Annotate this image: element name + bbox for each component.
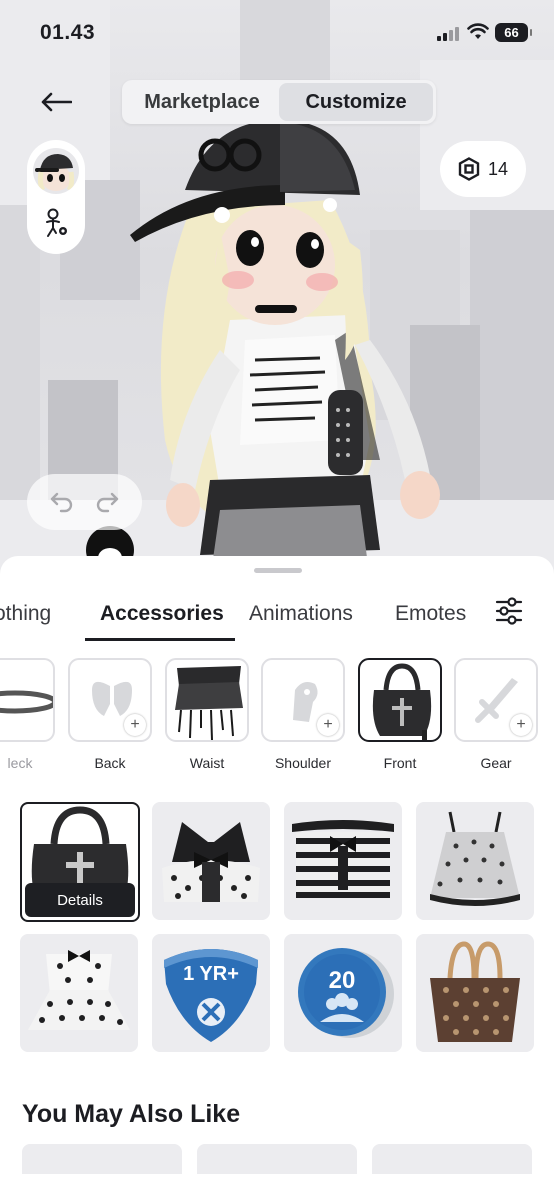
item-tile-white-polka-top[interactable] xyxy=(20,934,138,1052)
details-button[interactable]: Details xyxy=(25,883,135,917)
white-polka-top-thumbnail xyxy=(28,950,130,1030)
item-tile-striped-top[interactable] xyxy=(284,802,402,920)
robux-icon xyxy=(458,157,480,181)
item-tile-polka-bow-top[interactable] xyxy=(152,802,270,920)
subcat-neck-label: leck xyxy=(7,755,33,771)
friends-coin-thumbnail: 20 xyxy=(298,948,394,1038)
tab-animations[interactable]: Animations xyxy=(249,602,353,626)
scene-block xyxy=(0,205,40,505)
avatar-headshot[interactable] xyxy=(33,148,79,194)
necklace-icon xyxy=(0,690,53,714)
active-tab-indicator xyxy=(85,638,235,641)
recommendation-card[interactable] xyxy=(197,1144,357,1174)
avatar-headshot-image xyxy=(35,154,75,192)
striped-top-thumbnail xyxy=(292,820,394,898)
avatar-tools-pill xyxy=(27,140,85,254)
subcat-front[interactable]: Front xyxy=(357,658,443,771)
subcat-gear[interactable]: + Gear xyxy=(453,658,539,771)
one-year-badge-thumbnail: 1 YR+ xyxy=(164,949,258,1042)
recommendation-row xyxy=(22,1144,554,1174)
badge-text: 1 YR+ xyxy=(183,963,239,985)
recommendation-card[interactable] xyxy=(22,1144,182,1174)
subcat-front-thumb xyxy=(358,658,442,742)
robux-amount: 14 xyxy=(487,158,509,179)
status-bar: 01.43 66 xyxy=(0,0,554,66)
monogram-tote-thumbnail xyxy=(430,941,520,1042)
back-button[interactable] xyxy=(36,84,76,120)
back-arrow-icon xyxy=(41,92,72,112)
item-tile-1yr-badge[interactable]: 1 YR+ xyxy=(152,934,270,1052)
undo-icon[interactable] xyxy=(49,491,75,513)
tab-customize[interactable]: Customize xyxy=(279,83,433,121)
add-icon: + xyxy=(510,714,532,736)
subcat-gear-label: Gear xyxy=(480,755,512,771)
coin-text: 20 xyxy=(329,967,356,994)
avatar-settings-button[interactable] xyxy=(42,208,70,243)
recommendation-card[interactable] xyxy=(372,1144,532,1174)
polka-bow-top-thumbnail xyxy=(162,822,260,902)
add-icon: + xyxy=(317,714,339,736)
subcat-shoulder[interactable]: + Shoulder xyxy=(260,658,346,771)
status-time: 01.43 xyxy=(40,21,96,44)
tab-emotes[interactable]: Emotes xyxy=(395,602,466,626)
undo-redo-controls xyxy=(27,474,142,530)
subcat-back-thumb: + xyxy=(68,658,152,742)
person-gear-icon xyxy=(46,208,67,237)
mode-segmented-control: Marketplace Customize xyxy=(122,80,436,124)
subcat-waist[interactable]: Waist xyxy=(164,658,250,771)
redo-icon[interactable] xyxy=(94,491,120,513)
polka-cami-dress-thumbnail xyxy=(430,811,520,906)
filter-button[interactable] xyxy=(494,596,528,632)
subcat-front-label: Front xyxy=(383,755,417,771)
subcat-back-label: Back xyxy=(94,755,126,771)
tab-clothing[interactable]: othing xyxy=(0,602,51,626)
subcat-waist-thumb xyxy=(165,658,249,742)
customize-sheet: othing Accessories Animations Emotes lec… xyxy=(0,556,554,1199)
category-tabs: othing Accessories Animations Emotes xyxy=(0,588,554,642)
tab-accessories[interactable]: Accessories xyxy=(100,602,224,626)
subcat-neck[interactable]: leck xyxy=(0,658,56,771)
wifi-icon xyxy=(467,23,489,39)
item-tile-monogram-tote[interactable] xyxy=(416,934,534,1052)
sheet-drag-handle[interactable] xyxy=(254,568,302,573)
subcat-back[interactable]: + Back xyxy=(67,658,153,771)
waist-skirt-thumbnail xyxy=(175,666,243,740)
sliders-icon xyxy=(495,597,523,625)
you-may-also-like-title: You May Also Like xyxy=(22,1100,241,1128)
item-tile-polka-cami-dress[interactable] xyxy=(416,802,534,920)
front-bag-thumbnail xyxy=(372,663,432,740)
avatar-preview-scene[interactable]: 01.43 66 Marketplace Customize 14 xyxy=(0,0,554,580)
subcategory-row: leck + Back Waist + Shoulder Front + Gea… xyxy=(0,656,554,778)
subcat-shoulder-label: Shoulder xyxy=(274,755,332,771)
battery-icon: 66 xyxy=(495,23,532,42)
battery-level: 66 xyxy=(504,25,519,40)
subcat-neck-thumb xyxy=(0,658,55,742)
add-icon: + xyxy=(124,714,146,736)
item-tile-20-friends-coin[interactable]: 20 xyxy=(284,934,402,1052)
cellular-signal-icon xyxy=(437,27,459,41)
subcat-waist-label: Waist xyxy=(189,755,225,771)
item-tile-cross-bag[interactable]: Details xyxy=(20,802,140,922)
subcat-gear-thumb: + xyxy=(454,658,538,742)
tab-marketplace[interactable]: Marketplace xyxy=(125,83,279,121)
subcat-shoulder-thumb: + xyxy=(261,658,345,742)
robux-balance-button[interactable]: 14 xyxy=(440,141,526,197)
